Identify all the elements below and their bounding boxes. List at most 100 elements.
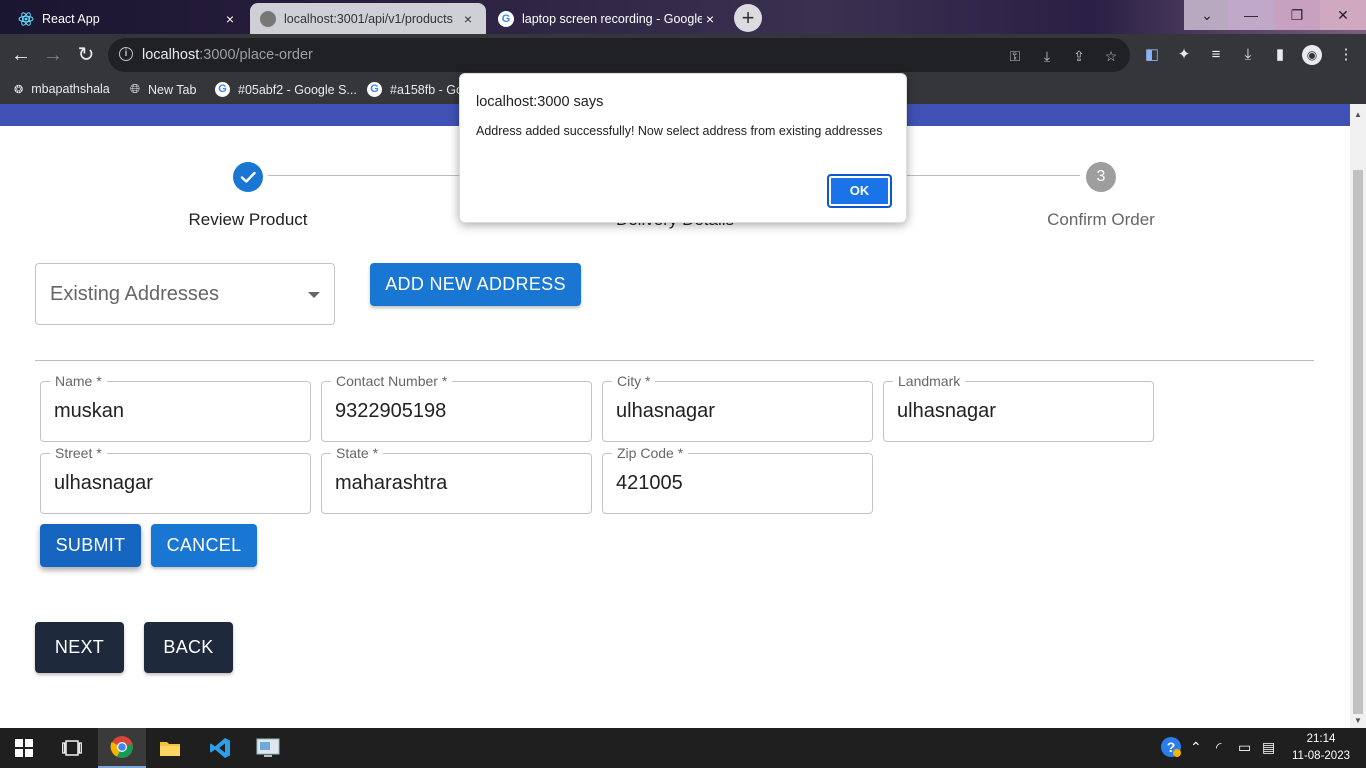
tab-search-icon[interactable]: ⌄ bbox=[1184, 0, 1230, 30]
back-arrow-icon[interactable]: ← bbox=[8, 42, 34, 68]
close-icon[interactable]: × bbox=[222, 11, 238, 27]
windows-start-icon[interactable] bbox=[0, 728, 48, 768]
side-panel-icon[interactable]: ▮ bbox=[1270, 45, 1290, 65]
close-icon[interactable]: × bbox=[702, 11, 718, 27]
existing-addresses-select[interactable]: Existing Addresses bbox=[35, 263, 335, 325]
chevron-up-icon[interactable]: ⌃ bbox=[1190, 739, 1202, 756]
street-field[interactable]: Street * ulhasnagar bbox=[40, 445, 311, 514]
bookmark-new-tab[interactable]: 🌐︎ New Tab bbox=[130, 82, 196, 97]
install-icon[interactable]: ⤓ bbox=[1038, 47, 1056, 65]
field-label: State * bbox=[331, 445, 384, 461]
new-tab-button[interactable]: + bbox=[734, 4, 762, 32]
dropdown-arrow-icon bbox=[308, 292, 320, 298]
step-number: 3 bbox=[1086, 162, 1116, 192]
bookmark-label: #a158fb - Go bbox=[390, 82, 463, 97]
globe-icon: 🌐︎ bbox=[130, 82, 141, 96]
cancel-button[interactable]: CANCEL bbox=[151, 524, 257, 567]
scroll-down-icon[interactable]: ▼ bbox=[1354, 716, 1362, 725]
scrollbar-thumb[interactable] bbox=[1353, 170, 1363, 714]
field-value: maharashtra bbox=[335, 472, 448, 494]
volume-icon[interactable]: ▤ bbox=[1262, 739, 1275, 756]
google-icon: G bbox=[215, 82, 230, 97]
window-close-icon[interactable]: ✕ bbox=[1320, 0, 1366, 30]
browser-toolbar: ← → ↻ i localhost:3000/place-order ⚿ ⤓ ⇪… bbox=[0, 34, 1366, 76]
tab-title: localhost:3001/api/v1/products bbox=[284, 11, 453, 26]
contact-number-field[interactable]: Contact Number * 9322905198 bbox=[321, 373, 592, 442]
chrome-menu-icon[interactable]: ⋮ bbox=[1336, 45, 1356, 65]
url-host: localhost bbox=[142, 47, 200, 63]
downloads-icon[interactable]: ⤓ bbox=[1238, 45, 1258, 65]
landmark-field[interactable]: Landmark ulhasnagar bbox=[883, 373, 1154, 442]
clock-date: 11-08-2023 bbox=[1292, 750, 1350, 762]
next-button[interactable]: NEXT bbox=[35, 622, 124, 673]
back-button[interactable]: BACK bbox=[144, 622, 233, 673]
clock-time: 21:14 bbox=[1306, 733, 1336, 745]
google-icon: G bbox=[498, 10, 514, 27]
select-placeholder: Existing Addresses bbox=[50, 283, 219, 305]
bookmark-label: New Tab bbox=[148, 82, 197, 97]
field-label: Zip Code * bbox=[612, 445, 689, 461]
close-icon[interactable]: × bbox=[460, 11, 476, 27]
share-icon[interactable]: ⇪ bbox=[1070, 47, 1088, 65]
bookmark-05abf2[interactable]: G #05abf2 - Google S... bbox=[215, 82, 357, 97]
address-bar[interactable]: i localhost:3000/place-order ⚿ ⤓ ⇪ ☆ bbox=[108, 38, 1130, 72]
browser-tab-strip: React App × localhost:3001/api/v1/produc… bbox=[0, 0, 1366, 34]
site-info-icon[interactable]: i bbox=[119, 47, 133, 61]
extensions-icon[interactable]: ✦ bbox=[1174, 45, 1194, 65]
field-value: 421005 bbox=[616, 472, 683, 494]
tab-title: laptop screen recording - Google bbox=[522, 11, 702, 26]
tab-google-search[interactable]: G laptop screen recording - Google × bbox=[488, 3, 728, 34]
field-label: City * bbox=[612, 373, 656, 389]
tab-react-app[interactable]: React App × bbox=[8, 3, 248, 34]
url-path: :3000/place-order bbox=[199, 47, 313, 63]
tab-api-products[interactable]: localhost:3001/api/v1/products × bbox=[250, 3, 486, 34]
add-new-address-button[interactable]: ADD NEW ADDRESS bbox=[370, 263, 581, 306]
taskbar: ? ⌃ ◜ ▭ ▤ 21:14 11-08-2023 bbox=[0, 728, 1366, 768]
field-label: Landmark bbox=[893, 373, 966, 389]
url-text: localhost:3000/place-order bbox=[142, 47, 313, 63]
step-label-review-product: Review Product bbox=[188, 210, 308, 229]
bookmark-star-icon[interactable]: ☆ bbox=[1102, 47, 1120, 65]
scroll-up-icon[interactable]: ▲ bbox=[1354, 110, 1362, 119]
ok-button[interactable]: OK bbox=[827, 174, 892, 208]
system-clock[interactable]: 21:14 11-08-2023 bbox=[1292, 731, 1350, 765]
field-label: Street * bbox=[50, 445, 107, 461]
forward-arrow-icon[interactable]: → bbox=[40, 42, 66, 68]
vscode-icon[interactable] bbox=[196, 728, 244, 768]
field-value: ulhasnagar bbox=[616, 400, 715, 422]
city-field[interactable]: City * ulhasnagar bbox=[602, 373, 873, 442]
step-connector bbox=[268, 175, 483, 176]
bookmark-mbapathshala[interactable]: ❂ mbapathshala bbox=[14, 82, 110, 96]
restore-icon[interactable]: ❐ bbox=[1274, 0, 1320, 30]
reload-icon[interactable]: ↻ bbox=[73, 42, 99, 68]
profile-avatar-icon[interactable]: ◉ bbox=[1302, 45, 1322, 65]
wifi-icon[interactable]: ◜ bbox=[1216, 739, 1221, 756]
battery-icon[interactable]: ▭ bbox=[1238, 739, 1251, 756]
field-label: Contact Number * bbox=[331, 373, 453, 389]
step-connector bbox=[890, 175, 1080, 176]
step-check-icon bbox=[233, 162, 263, 192]
bookmark-a158fb[interactable]: G #a158fb - Go bbox=[367, 82, 463, 97]
react-icon bbox=[18, 11, 34, 27]
media-control-icon[interactable]: ≡ bbox=[1206, 45, 1226, 65]
field-label: Name * bbox=[50, 373, 107, 389]
field-value: ulhasnagar bbox=[54, 472, 153, 494]
help-icon[interactable]: ? bbox=[1160, 736, 1182, 761]
globe-icon bbox=[260, 10, 276, 27]
translate-icon[interactable]: ◧ bbox=[1142, 45, 1162, 65]
minimize-icon[interactable]: — bbox=[1228, 0, 1274, 30]
chrome-taskbar-icon[interactable] bbox=[98, 728, 146, 768]
page-scrollbar[interactable]: ▲ ▼ bbox=[1350, 104, 1366, 728]
file-explorer-icon[interactable] bbox=[146, 728, 194, 768]
field-value: muskan bbox=[54, 400, 125, 422]
alert-dialog: localhost:3000 says Address added succes… bbox=[459, 73, 907, 223]
task-view-icon[interactable] bbox=[48, 728, 96, 768]
zip-code-field[interactable]: Zip Code * 421005 bbox=[602, 445, 873, 514]
key-icon[interactable]: ⚿ bbox=[1006, 47, 1024, 65]
screen-recorder-icon[interactable] bbox=[244, 728, 292, 768]
field-value: 9322905198 bbox=[335, 400, 447, 422]
state-field[interactable]: State * maharashtra bbox=[321, 445, 592, 514]
name-field[interactable]: Name * muskan bbox=[40, 373, 311, 442]
bookmark-label: #05abf2 - Google S... bbox=[238, 82, 357, 97]
submit-button[interactable]: SUBMIT bbox=[40, 524, 141, 567]
